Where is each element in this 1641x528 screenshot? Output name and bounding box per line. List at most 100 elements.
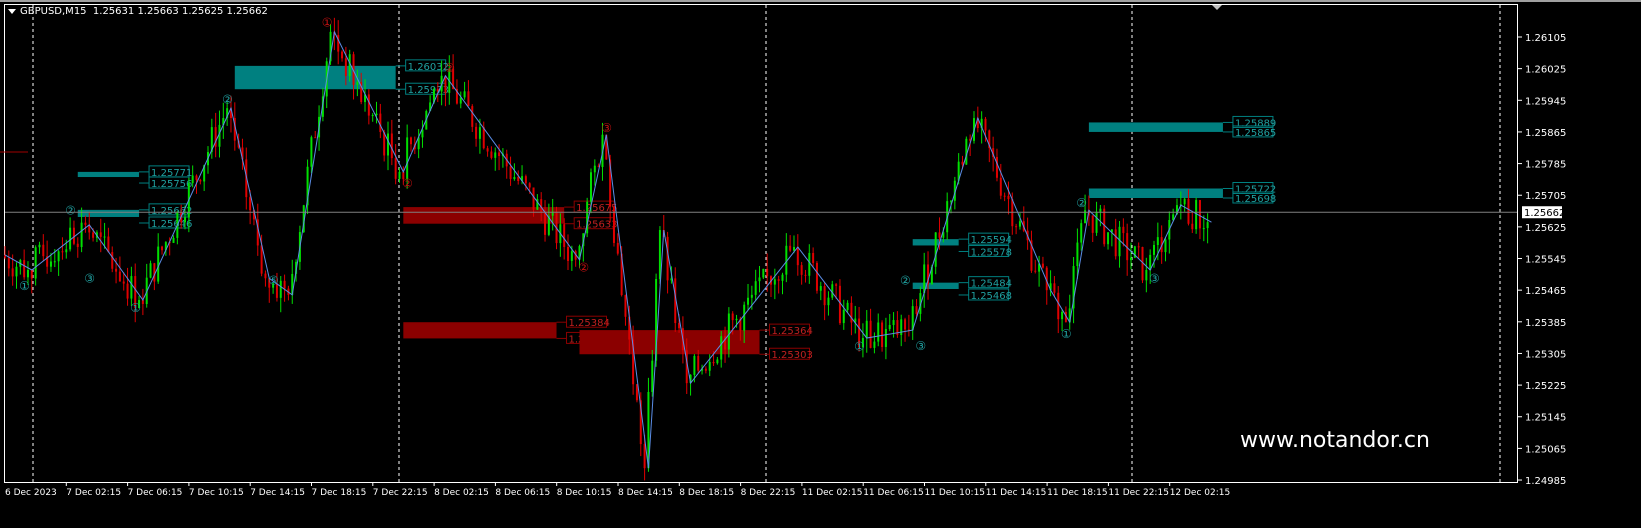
bear-candle <box>643 444 646 469</box>
bear-candle <box>789 245 792 251</box>
bear-candle <box>1007 195 1010 200</box>
wave-count-label: ② <box>1076 196 1087 210</box>
bear-candle <box>1057 292 1060 320</box>
demand-zone <box>77 171 140 178</box>
bear-candle <box>260 245 263 274</box>
bull-candle <box>1018 221 1021 227</box>
bear-candle <box>11 268 14 277</box>
bull-candle <box>743 304 746 331</box>
bull-candle <box>371 115 374 117</box>
x-tick-label: 12 Dec 02:15 <box>1170 488 1231 498</box>
zone-price-label: 1.25484 <box>971 279 1012 290</box>
bull-candle <box>750 294 753 298</box>
bear-candle <box>823 286 826 306</box>
y-tick-label: 1.25945 <box>1525 96 1566 107</box>
bull-candle <box>1061 311 1064 320</box>
bull-candle <box>1202 228 1205 230</box>
dropdown-triangle-icon[interactable] <box>8 8 16 14</box>
bear-candle <box>524 176 527 184</box>
zone-price-label: 1.25973 <box>408 85 449 96</box>
bull-candle <box>1080 223 1083 243</box>
chart-shift-marker-icon <box>1212 5 1222 10</box>
bear-candle <box>528 183 531 188</box>
zone-price-label: 1.26032 <box>408 62 449 73</box>
x-tick-label: 8 Dec 10:15 <box>557 488 612 498</box>
bull-candle <box>877 322 880 342</box>
bull-candle <box>1206 222 1209 229</box>
bull-candle <box>865 320 868 339</box>
bull-candle <box>478 127 481 139</box>
x-tick-label: 8 Dec 02:15 <box>434 488 489 498</box>
bull-candle <box>53 261 56 263</box>
bear-candle <box>532 187 535 210</box>
bear-candle <box>624 295 627 317</box>
bear-candle <box>984 118 987 131</box>
bear-candle <box>1034 270 1037 272</box>
bear-candle <box>563 224 566 247</box>
bear-candle <box>409 137 412 145</box>
wave-count-label: ② <box>65 203 76 217</box>
bear-candle <box>486 148 489 152</box>
bear-candle <box>517 177 520 182</box>
bull-candle <box>808 252 811 276</box>
bull-candle <box>1130 257 1133 261</box>
bull-candle <box>884 329 887 347</box>
bull-candle <box>149 263 152 278</box>
bear-candle <box>544 212 547 235</box>
demand-zone <box>234 65 396 90</box>
bear-candle <box>938 232 941 238</box>
bull-candle <box>387 133 389 156</box>
bull-candle <box>792 247 795 251</box>
zone-price-label: 1.25594 <box>971 235 1012 246</box>
bear-candle <box>697 355 700 371</box>
bear-candle <box>249 197 252 211</box>
bear-candle <box>835 284 838 286</box>
x-tick-label: 11 Dec 22:15 <box>1108 488 1169 498</box>
x-tick-label: 7 Dec 10:15 <box>189 488 244 498</box>
bull-candle <box>398 171 401 179</box>
demand-zone <box>1088 122 1223 132</box>
bull-candle <box>651 360 654 392</box>
wave-count-label: ② <box>402 176 413 190</box>
y-tick-label: 1.24985 <box>1525 476 1566 487</box>
y-tick-label: 1.25065 <box>1525 444 1566 455</box>
bear-candle <box>7 257 10 269</box>
bear-candle <box>394 158 397 179</box>
bull-candle <box>873 341 876 348</box>
bear-candle <box>904 319 907 330</box>
bear-candle <box>126 283 129 299</box>
bull-candle <box>593 165 596 173</box>
y-tick-label: 1.25545 <box>1525 255 1566 266</box>
bear-candle <box>1122 226 1125 234</box>
y-tick-label: 1.26025 <box>1525 65 1566 76</box>
bear-candle <box>766 268 769 277</box>
demand-zone <box>77 209 140 217</box>
bull-candle <box>191 175 194 184</box>
wave-count-label: ① <box>130 301 141 315</box>
bull-candle <box>589 172 592 202</box>
zone-price-label: 1.25468 <box>971 291 1012 302</box>
bull-candle <box>708 361 711 371</box>
bull-candle <box>892 320 895 325</box>
zone-price-label: 1.25698 <box>1235 194 1276 205</box>
bear-candle <box>1114 229 1117 257</box>
bull-candle <box>26 269 29 278</box>
bull-candle <box>1145 269 1148 281</box>
bear-candle <box>1003 195 1006 197</box>
bull-candle <box>130 276 133 299</box>
wave-count-label: ① <box>19 279 30 293</box>
bear-candle <box>42 244 45 257</box>
bear-candle <box>999 177 1002 196</box>
bull-candle <box>356 82 359 85</box>
bear-candle <box>812 252 815 263</box>
bear-candle <box>195 175 198 180</box>
bear-candle <box>118 271 121 282</box>
bull-candle <box>747 297 750 305</box>
bull-candle <box>406 137 409 180</box>
x-tick-label: 8 Dec 14:15 <box>618 488 673 498</box>
bull-candle <box>103 236 106 238</box>
bear-candle <box>777 279 780 281</box>
y-tick-label: 1.25785 <box>1525 160 1566 171</box>
bull-candle <box>494 152 497 158</box>
bull-candle <box>310 137 313 167</box>
